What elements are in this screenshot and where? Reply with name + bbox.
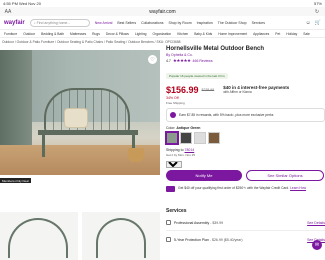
nav-outdoor[interactable]: Outdoor: [23, 32, 35, 36]
nav-bedding-bath[interactable]: Bedding & Bath: [41, 32, 64, 36]
product-title: Hornellsville Metal Outdoor Bench: [166, 46, 265, 52]
chat-icon[interactable]: ✉: [312, 240, 322, 250]
services-section: Services Professional Assembly - $39.99 …: [166, 208, 325, 244]
sale-price: $156.99: [166, 85, 199, 95]
product-main-image[interactable]: [0, 50, 160, 175]
swatch-option[interactable]: [180, 132, 192, 144]
nav-sale[interactable]: Sale: [303, 32, 310, 36]
delivery-estimate: Get it by Mon. Nov 25: [166, 153, 196, 157]
shipping-row: Shipping to 78014: [166, 148, 195, 152]
checkbox[interactable]: [166, 220, 171, 225]
cart-icon[interactable]: 🛒: [315, 20, 321, 26]
nav-decor-pillows[interactable]: Decor & Pillows: [106, 32, 129, 36]
nav-furniture[interactable]: Furniture: [4, 32, 17, 36]
nav-home-improvement[interactable]: Home Improvement: [218, 32, 247, 36]
color-swatches: [165, 131, 325, 145]
rewards-banner[interactable]: Earn $7.85 in rewards, with 5% back¹, pl…: [166, 108, 325, 122]
top-link-outdoor-shop[interactable]: The Outdoor Shop: [218, 21, 247, 25]
quantity-select[interactable]: 1: [166, 161, 182, 168]
image-thumbnails: [0, 212, 160, 260]
top-link-inspiration[interactable]: Inspiration: [197, 21, 213, 25]
status-battery: 57%: [313, 1, 322, 6]
bench-seat-shape: [38, 130, 138, 135]
swatch-antique-green[interactable]: [165, 131, 179, 145]
nav-pet[interactable]: Pet: [275, 32, 280, 36]
status-bar: 4:55 PM Wed Nov 20 57%: [0, 0, 325, 7]
service-option[interactable]: 5-Year Protection Plan - $26.99 ($5.40/y…: [166, 235, 325, 244]
notify-me-button[interactable]: Notify Me: [166, 170, 242, 181]
see-similar-button[interactable]: See Similar Options: [246, 170, 324, 181]
quantity-row: 1: [166, 161, 325, 168]
thumbnail-bench-shape: [8, 218, 68, 258]
basket-shape: [128, 148, 144, 162]
rating-row[interactable]: 4.7 ★★★★★ 466 Reviews: [166, 58, 325, 64]
services-heading: Services: [166, 208, 187, 214]
credit-card-promo: Get $40 off your qualifying first order …: [166, 186, 325, 192]
learn-how-link[interactable]: Learn How: [290, 186, 306, 190]
thumbnail-image[interactable]: [82, 212, 160, 260]
thumbnail-image[interactable]: [0, 212, 78, 260]
brand-link[interactable]: By Ophelia & Co.: [166, 53, 325, 57]
top-link-services[interactable]: Services: [252, 21, 265, 25]
original-price: $238.99: [201, 88, 215, 92]
checkbox[interactable]: [166, 237, 171, 242]
rewards-icon: [170, 112, 176, 118]
nav-mattresses[interactable]: Mattresses: [70, 32, 86, 36]
nav-baby-kids[interactable]: Baby & Kids: [194, 32, 212, 36]
see-details-link[interactable]: See Details: [307, 221, 325, 225]
url-field[interactable]: wayfair.com: [149, 9, 175, 15]
top-link-new-arrival[interactable]: New Arrival: [95, 21, 113, 25]
nav-rugs[interactable]: Rugs: [92, 32, 100, 36]
swatch-option[interactable]: [194, 132, 206, 144]
bench-leg-shape: [42, 135, 45, 157]
browser-url-bar[interactable]: AA wayfair.com ↻: [0, 7, 325, 16]
service-option[interactable]: Professional Assembly - $39.99 See Detai…: [166, 218, 325, 227]
free-shipping-note: Free Shipping: [166, 101, 185, 105]
reload-icon[interactable]: ↻: [313, 9, 321, 15]
affirm-offer[interactable]: $40 in 4 interest-free payments with Aff…: [223, 85, 289, 94]
product-details: Hornellsville Metal Outdoor Bench By Oph…: [165, 46, 325, 192]
thumbnail-bench-shape: [96, 218, 146, 258]
reviews-link[interactable]: 466 Reviews: [193, 59, 213, 63]
swatch-option[interactable]: [208, 132, 220, 144]
price-row: $156.99 $238.99 $40 in 4 interest-free p…: [166, 85, 325, 95]
top-link-collaborations[interactable]: Collaborations: [141, 21, 163, 25]
top-link-best-sellers[interactable]: Best Sellers: [117, 21, 136, 25]
pillow-shape: [64, 108, 88, 128]
star-rating-icon: ★★★★★: [172, 58, 191, 63]
search-icon: ⌕: [33, 20, 36, 25]
credit-card-icon: [166, 186, 175, 192]
header-icons: ☺ 🛒: [306, 20, 321, 26]
search-input[interactable]: ⌕ Find anything home...: [29, 18, 90, 27]
category-nav: Furniture Outdoor Bedding & Bath Mattres…: [0, 30, 325, 38]
color-label: Color: Antique Green: [166, 126, 201, 130]
nav-appliances[interactable]: Appliances: [253, 32, 269, 36]
wayfair-logo[interactable]: wayfair: [4, 20, 25, 26]
nav-lighting[interactable]: Lighting: [135, 32, 147, 36]
site-header: wayfair ⌕ Find anything home... New Arri…: [0, 16, 325, 30]
favorite-heart-icon[interactable]: ♡: [148, 55, 157, 64]
nav-organization[interactable]: Organization: [153, 32, 172, 36]
service-label: Professional Assembly - $39.99: [174, 220, 224, 225]
service-label: 5-Year Protection Plan - $26.99 ($5.40/y…: [174, 237, 243, 242]
nav-holiday[interactable]: Holiday: [286, 32, 297, 36]
top-link-shop-by-room[interactable]: Shop by Room: [168, 21, 191, 25]
discount-text: 34% Off: [166, 96, 179, 100]
popular-badge: Popular 16 people viewed in the last 3 h…: [166, 73, 228, 79]
image-badge: Members-Only Deal: [0, 178, 31, 183]
rating-value: 4.7: [166, 59, 171, 63]
status-time: 4:55 PM Wed Nov 20: [3, 1, 41, 6]
divider: [166, 230, 325, 231]
action-buttons: Notify Me See Similar Options: [166, 170, 325, 181]
zip-code-link[interactable]: 78014: [185, 148, 195, 152]
account-icon[interactable]: ☺: [306, 20, 311, 26]
reader-mode-button[interactable]: AA: [4, 9, 12, 15]
nav-kitchen[interactable]: Kitchen: [177, 32, 188, 36]
